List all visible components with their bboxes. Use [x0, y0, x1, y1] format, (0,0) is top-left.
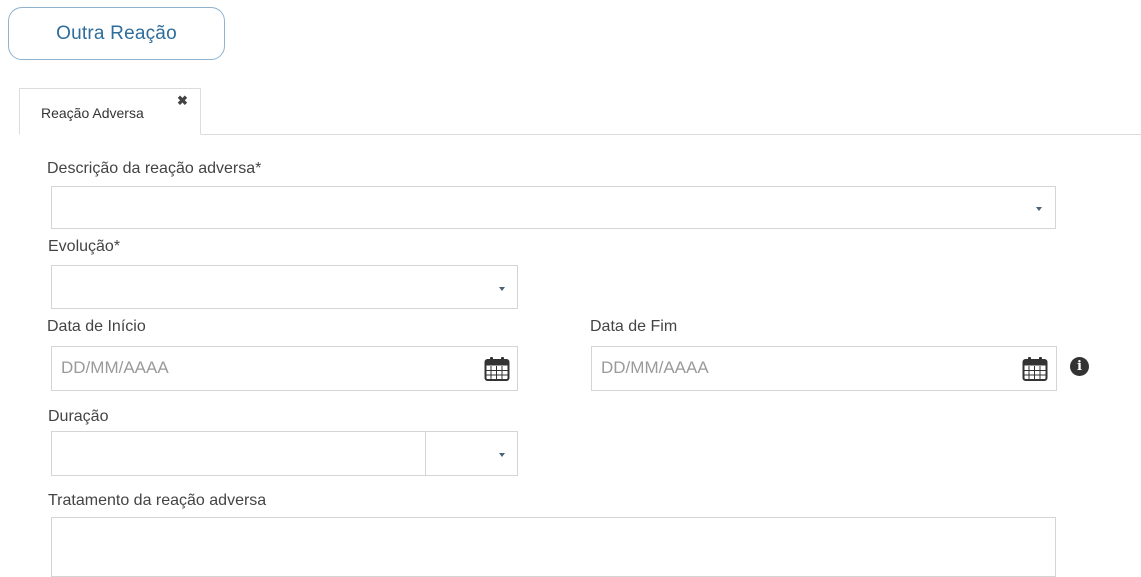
close-icon[interactable]: ✖	[177, 94, 188, 107]
description-select[interactable]	[51, 186, 1056, 229]
info-icon[interactable]: i	[1070, 357, 1089, 376]
duration-label: Duração	[48, 408, 109, 425]
start-date-placeholder: DD/MM/AAAA	[61, 358, 169, 377]
tab-adverse-reaction[interactable]: Reação Adversa ✖	[19, 88, 201, 135]
start-date-input[interactable]: DD/MM/AAAA	[51, 346, 518, 391]
evolution-label: Evolução*	[48, 238, 121, 255]
end-date-label: Data de Fim	[590, 318, 678, 335]
calendar-icon[interactable]	[1022, 356, 1048, 382]
evolution-select[interactable]	[51, 265, 518, 309]
description-label: Descrição da reação adversa*	[47, 160, 262, 177]
duration-input[interactable]	[51, 431, 427, 476]
end-date-placeholder: DD/MM/AAAA	[601, 358, 709, 377]
truncated-top-text	[250, 0, 720, 3]
duration-unit-select[interactable]	[425, 431, 518, 476]
treatment-textarea[interactable]	[51, 517, 1056, 577]
chevron-down-icon	[499, 287, 505, 291]
tab-label: Reação Adversa	[41, 104, 144, 121]
calendar-icon[interactable]	[484, 356, 510, 382]
add-reaction-button[interactable]: Outra Reação	[8, 7, 225, 60]
end-date-input[interactable]: DD/MM/AAAA	[591, 346, 1057, 391]
treatment-label: Tratamento da reação adversa	[48, 492, 267, 509]
start-date-label: Data de Início	[47, 318, 146, 335]
chevron-down-icon	[499, 453, 505, 457]
chevron-down-icon	[1036, 207, 1042, 211]
